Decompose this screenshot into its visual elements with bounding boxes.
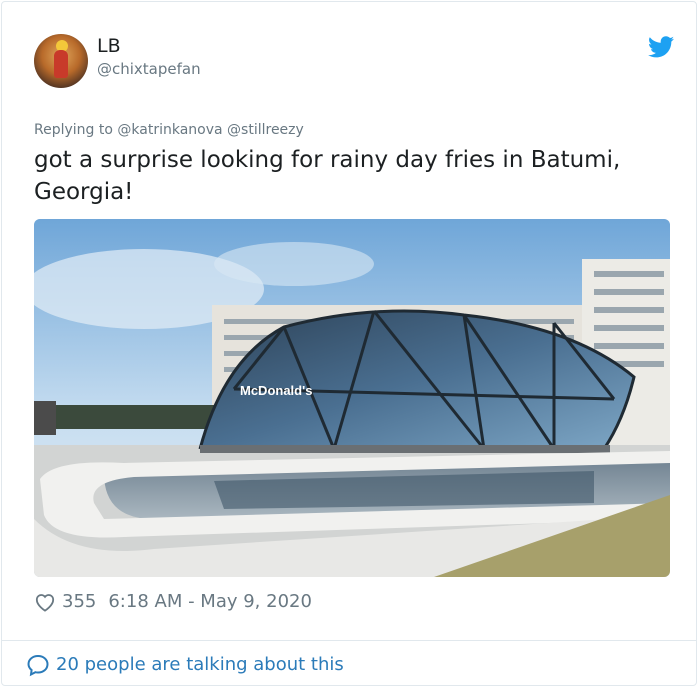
author-names: LB @chixtapefan — [97, 34, 201, 79]
conversation-link[interactable]: 20 people are talking about this — [26, 652, 344, 678]
tweet-meta: 355 6:18 AM - May 9, 2020 — [34, 590, 312, 614]
tweet-text: got a surprise looking for rainy day fri… — [34, 144, 674, 208]
heart-icon[interactable] — [34, 592, 56, 612]
mention-link[interactable]: @katrinkanova — [117, 122, 222, 138]
mention-link[interactable]: @stillreezy — [227, 122, 304, 138]
display-name[interactable]: LB — [97, 34, 201, 58]
tweet-text-line: got a surprise looking for rainy day fri… — [34, 147, 621, 173]
user-handle[interactable]: @chixtapefan — [97, 59, 201, 79]
tweet-photo[interactable]: McDonald's — [34, 219, 670, 577]
photo-sign-text: McDonald's — [240, 383, 312, 398]
tweet-text-line: Georgia! — [34, 179, 134, 205]
divider — [2, 640, 696, 641]
like-count: 355 — [62, 591, 97, 612]
speech-bubble-icon — [27, 654, 49, 677]
photo-glass-mcdonalds: McDonald's — [34, 219, 670, 577]
avatar[interactable] — [34, 34, 88, 88]
avatar-figure — [54, 50, 68, 78]
reply-prefix: Replying to — [34, 122, 113, 138]
reply-context: Replying to @katrinkanova @stillreezy — [34, 120, 304, 140]
conversation-text[interactable]: 20 people are talking about this — [56, 653, 344, 677]
tweet-card: LB @chixtapefan Replying to @katrinkanov… — [1, 1, 697, 686]
twitter-bird-icon[interactable] — [648, 36, 674, 58]
timestamp[interactable]: 6:18 AM - May 9, 2020 — [108, 590, 312, 614]
tweet-header: LB @chixtapefan — [34, 34, 674, 88]
